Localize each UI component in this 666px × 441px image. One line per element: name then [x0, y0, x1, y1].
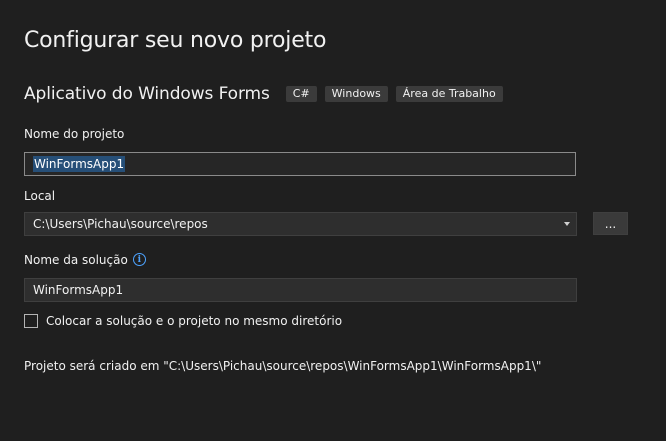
page-title: Configurar seu novo projeto — [24, 28, 327, 53]
browse-button[interactable]: ... — [593, 212, 628, 235]
info-icon[interactable]: i — [132, 253, 146, 266]
project-name-input[interactable]: WinFormsApp1 — [24, 152, 576, 176]
project-name-value: WinFormsApp1 — [33, 156, 126, 172]
project-path-summary: Projeto será criado em "C:\Users\Pichau\… — [24, 359, 542, 373]
chevron-down-icon[interactable] — [564, 222, 570, 226]
tag-project-type: Área de Trabalho — [395, 86, 503, 102]
solution-name-input[interactable]: WinFormsApp1 — [24, 278, 577, 302]
same-directory-option[interactable]: Colocar a solução e o projeto no mesmo d… — [24, 314, 342, 328]
solution-name-label: Nome da solução — [24, 253, 128, 267]
solution-name-label-row: Nome da solução i — [24, 253, 146, 267]
same-directory-label: Colocar a solução e o projeto no mesmo d… — [46, 314, 343, 328]
template-name: Aplicativo do Windows Forms — [24, 84, 270, 104]
configure-project-page: Configurar seu novo projeto Aplicativo d… — [0, 0, 666, 441]
tag-language: C# — [285, 86, 317, 102]
location-label: Local — [24, 189, 56, 203]
location-combobox[interactable]: C:\Users\Pichau\source\repos — [24, 212, 577, 236]
location-value: C:\Users\Pichau\source\repos — [33, 217, 208, 231]
same-directory-checkbox[interactable] — [24, 314, 38, 328]
project-name-label: Nome do projeto — [24, 127, 125, 141]
template-header: Aplicativo do Windows Forms C# Windows Á… — [24, 84, 511, 104]
tag-platform: Windows — [324, 86, 388, 102]
solution-name-value: WinFormsApp1 — [33, 283, 124, 297]
